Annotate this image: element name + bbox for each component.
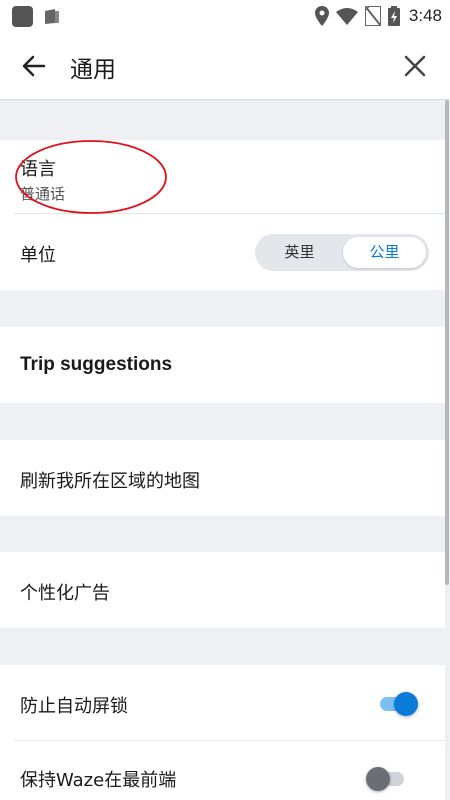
toggle-thumb (366, 767, 390, 791)
page-title: 通用 (70, 57, 116, 83)
app-icon (12, 6, 33, 27)
units-title: 单位 (20, 245, 56, 266)
prevent-auto-lock-title: 防止自动屏锁 (20, 696, 128, 717)
units-option-kilometers[interactable]: 公里 (343, 237, 426, 268)
keep-waze-front-title: 保持Waze在最前端 (20, 770, 177, 791)
close-icon[interactable] (402, 53, 428, 79)
refresh-map-row[interactable]: 刷新我所在区域的地图 (0, 440, 445, 516)
app-bar: 通用 (0, 32, 450, 100)
status-bar: 3:48 (0, 0, 450, 32)
units-setting-row: 单位 英里 公里 (0, 214, 445, 290)
keep-waze-front-row: 保持Waze在最前端 (0, 741, 445, 800)
trip-suggestions-title: Trip suggestions (20, 354, 173, 375)
sim-off-icon (364, 6, 381, 26)
wifi-icon (335, 8, 358, 25)
annotation-ellipse (15, 140, 167, 214)
arrow-left-icon[interactable] (20, 52, 48, 80)
units-option-miles[interactable]: 英里 (258, 237, 341, 268)
toggle-thumb (394, 692, 418, 716)
units-segmented-control: 英里 公里 (255, 234, 429, 271)
wallet-icon (45, 9, 59, 24)
scrollbar[interactable] (445, 100, 449, 585)
personalized-ads-title: 个性化广告 (20, 583, 110, 604)
clock-time: 3:48 (408, 6, 442, 25)
keep-waze-front-toggle[interactable] (366, 765, 408, 791)
refresh-map-title: 刷新我所在区域的地图 (20, 471, 200, 492)
trip-suggestions-row[interactable]: Trip suggestions (0, 327, 445, 403)
battery-charging-icon (387, 6, 400, 26)
prevent-auto-lock-row: 防止自动屏锁 (0, 665, 445, 741)
personalized-ads-row[interactable]: 个性化广告 (0, 552, 445, 628)
prevent-auto-lock-toggle[interactable] (378, 690, 418, 716)
location-icon (314, 6, 329, 26)
